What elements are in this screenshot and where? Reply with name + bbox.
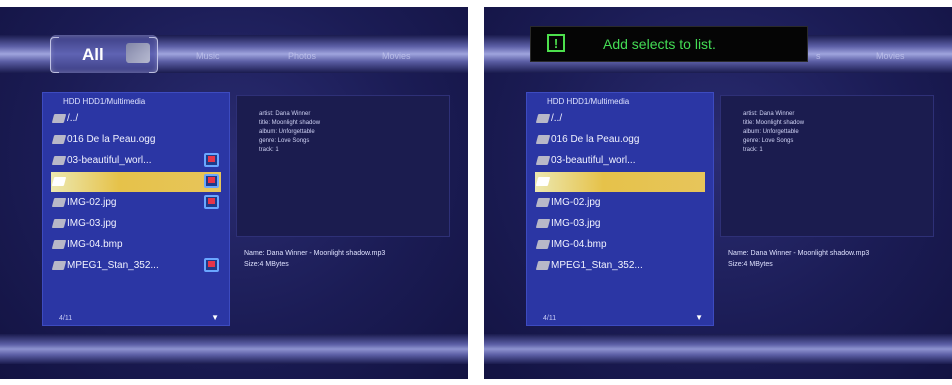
selected-mark-icon — [204, 195, 219, 209]
list-item-selected[interactable] — [535, 172, 705, 192]
info-album: album: Unforgettable — [259, 129, 315, 135]
file-icon — [51, 198, 67, 207]
file-icon — [535, 261, 551, 270]
tab-photos[interactable]: Photos — [288, 51, 316, 61]
file-size: Size:4 MBytes — [244, 261, 289, 268]
tab-music[interactable]: Music — [196, 51, 220, 61]
info-track: track: 1 — [743, 147, 763, 153]
info-panel: artist: Dana Winner title: Moonlight sha… — [720, 95, 934, 237]
tab-all[interactable]: All — [50, 35, 158, 73]
exclamation-icon: ! — [547, 34, 565, 52]
tab-movies[interactable]: Movies — [876, 51, 905, 61]
tab-all-label: All — [82, 45, 104, 64]
info-genre: genre: Love Songs — [259, 138, 310, 144]
tab-bracket-right — [149, 37, 158, 73]
list-item[interactable]: /../ — [51, 109, 221, 129]
breadcrumb: HDD HDD1/Multimedia — [547, 97, 630, 106]
list-item[interactable]: MPEG1_Stan_352... — [535, 256, 705, 276]
list-item[interactable]: 03-beautiful_worl... — [51, 151, 221, 171]
file-icon — [535, 177, 551, 186]
selected-mark-icon — [204, 174, 219, 188]
file-list-panel: HDD HDD1/Multimedia /../ 016 De la Peau.… — [526, 92, 714, 326]
scroll-down-icon[interactable]: ▼ — [211, 313, 219, 322]
info-genre: genre: Love Songs — [743, 138, 794, 144]
toast-message: Add selects to list. — [603, 36, 716, 52]
bottom-bar — [484, 334, 952, 364]
info-track: track: 1 — [259, 147, 279, 153]
list-item[interactable]: 03-beautiful_worl... — [535, 151, 705, 171]
file-icon — [51, 261, 67, 270]
file-name: Name: Dana Winner - Moonlight shadow.mp3 — [244, 250, 386, 257]
list-item[interactable]: IMG-04.bmp — [535, 235, 705, 255]
info-title: title: Moonlight shadow — [259, 120, 321, 126]
list-item[interactable]: IMG-03.jpg — [535, 214, 705, 234]
file-icon — [535, 198, 551, 207]
list-item[interactable]: MPEG1_Stan_352... — [51, 256, 221, 276]
file-icon — [535, 219, 551, 228]
file-size: Size:4 MBytes — [728, 261, 773, 268]
list-item[interactable]: IMG-02.jpg — [51, 193, 221, 213]
selected-mark-icon — [204, 258, 219, 272]
scroll-down-icon[interactable]: ▼ — [695, 313, 703, 322]
screen-left: All Music Photos Movies HDD HDD1/Multime… — [0, 7, 468, 379]
tab-movies[interactable]: Movies — [382, 51, 411, 61]
folder-icon — [51, 114, 67, 123]
list-item-selected[interactable] — [51, 172, 221, 192]
list-item[interactable]: IMG-02.jpg — [535, 193, 705, 213]
list-item[interactable]: 016 De la Peau.ogg — [535, 130, 705, 150]
all-media-icon — [126, 43, 150, 63]
list-item[interactable]: IMG-04.bmp — [51, 235, 221, 255]
list-item[interactable]: /../ — [535, 109, 705, 129]
file-icon — [535, 135, 551, 144]
file-icon — [535, 240, 551, 249]
info-title: title: Moonlight shadow — [743, 120, 805, 126]
file-icon — [51, 219, 67, 228]
tab-bracket-left — [50, 37, 59, 73]
tab-music[interactable]: s — [816, 51, 821, 61]
file-icon — [51, 240, 67, 249]
notification-toast: ! Add selects to list. — [530, 26, 808, 62]
selected-mark-icon — [204, 153, 219, 167]
info-artist: artist: Dana Winner — [259, 111, 311, 117]
page-indicator: 4/11 — [543, 315, 557, 322]
file-icon — [51, 156, 67, 165]
page-indicator: 4/11 — [59, 315, 73, 322]
folder-icon — [535, 114, 551, 123]
screen-right: s Movies ! Add selects to list. HDD HDD1… — [484, 7, 952, 379]
file-icon — [51, 177, 67, 186]
bottom-bar — [0, 334, 468, 364]
info-panel: artist: Dana Winner title: Moonlight sha… — [236, 95, 450, 237]
file-icon — [51, 135, 67, 144]
list-item[interactable]: IMG-03.jpg — [51, 214, 221, 234]
file-name: Name: Dana Winner - Moonlight shadow.mp3 — [728, 250, 870, 257]
info-artist: artist: Dana Winner — [743, 111, 795, 117]
info-album: album: Unforgettable — [743, 129, 799, 135]
file-icon — [535, 156, 551, 165]
breadcrumb: HDD HDD1/Multimedia — [63, 97, 146, 106]
file-list-panel: HDD HDD1/Multimedia /../ 016 De la Peau.… — [42, 92, 230, 326]
list-item[interactable]: 016 De la Peau.ogg — [51, 130, 221, 150]
